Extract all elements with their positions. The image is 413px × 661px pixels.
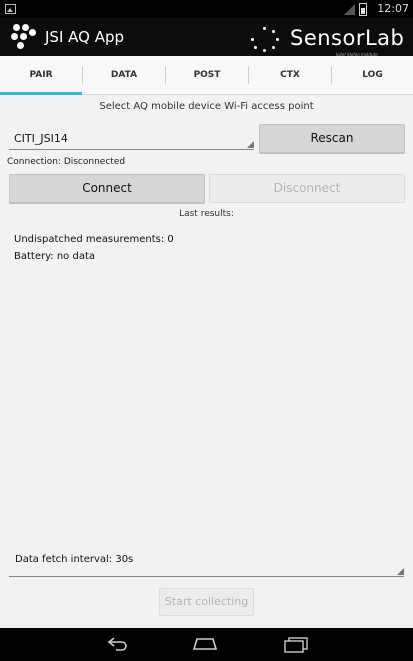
access-point-heading: Select AQ mobile device Wi-Fi access poi… [99, 101, 314, 112]
fetch-interval-spinner[interactable]: Data fetch interval: 30s [9, 550, 404, 577]
tab-data[interactable]: DATA [83, 56, 165, 94]
selected-tab-indicator [0, 92, 82, 95]
last-results-heading: Last results: [179, 209, 234, 219]
status-bar: 12:07 [0, 0, 413, 18]
disconnect-button: Disconnect [209, 174, 405, 203]
image-icon [5, 4, 16, 14]
fetch-interval-value: Data fetch interval: 30s [15, 554, 134, 565]
access-point-value: CITI_JSI14 [14, 132, 68, 145]
home-icon[interactable] [193, 637, 217, 651]
status-time: 12:07 [377, 2, 409, 15]
tab-ctx[interactable]: CTX [249, 56, 331, 94]
navigation-bar [0, 628, 413, 661]
undispatched-measurements: Undispatched measurements: 0 [14, 234, 174, 245]
dropdown-arrow-icon [247, 141, 254, 148]
recent-apps-icon[interactable] [283, 637, 309, 653]
tab-post[interactable]: POST [166, 56, 248, 94]
tab-log[interactable]: LOG [332, 56, 413, 94]
tab-bar: PAIR DATA POST CTX LOG [0, 56, 413, 95]
tab-pair[interactable]: PAIR [0, 56, 82, 94]
sensorlab-logo-icon [250, 27, 282, 53]
signal-icon [344, 4, 355, 15]
action-bar: JSI AQ App SensorLab Jožef Stefan Instit… [0, 18, 413, 57]
dropdown-arrow-icon [397, 568, 404, 575]
access-point-spinner[interactable]: CITI_JSI14 [9, 127, 254, 150]
rescan-button[interactable]: Rescan [259, 124, 405, 153]
connection-status: Connection: Disconnected [7, 157, 126, 167]
brand-name: SensorLab [290, 26, 405, 50]
battery-status: Battery: no data [14, 251, 95, 262]
app-logo-icon [11, 23, 41, 51]
back-icon[interactable] [106, 636, 130, 652]
battery-icon [359, 3, 367, 16]
app-title: JSI AQ App [45, 28, 125, 46]
start-collecting-button: Start collecting [159, 588, 254, 616]
connect-button[interactable]: Connect [9, 174, 205, 203]
